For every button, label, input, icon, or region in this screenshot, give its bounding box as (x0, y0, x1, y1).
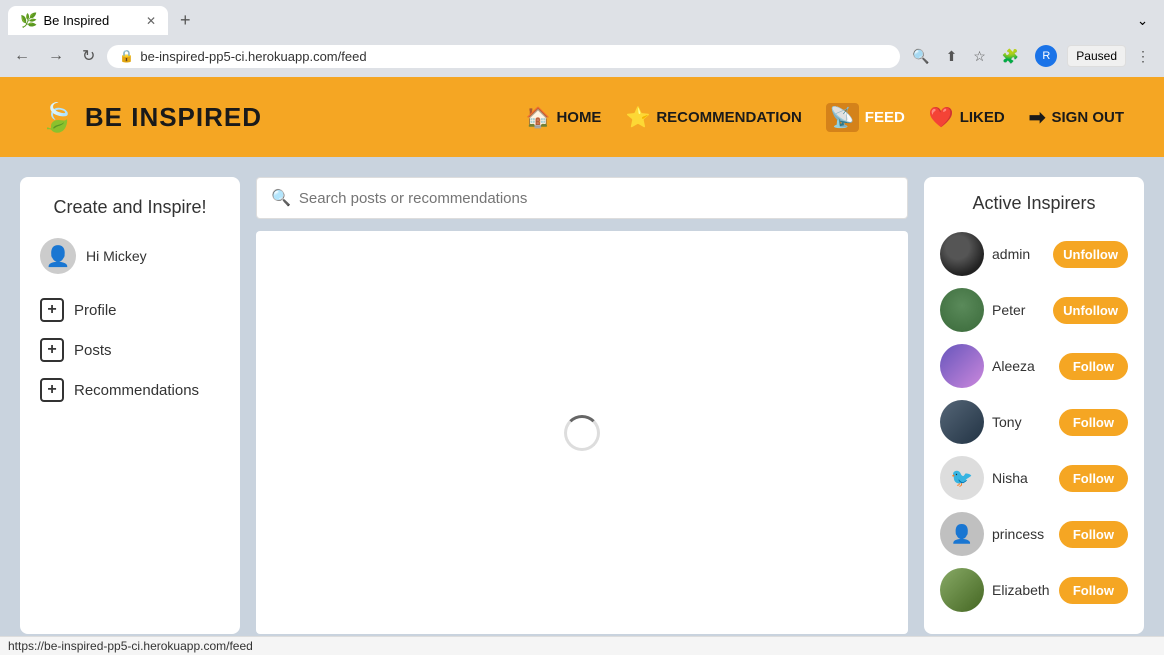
feed-icon: 📡 (826, 103, 859, 132)
avatar (940, 400, 984, 444)
sidebar-item-recommendations-label: Recommendations (74, 382, 199, 399)
share-button[interactable]: ⬆ (940, 44, 964, 69)
posts-icon: + (40, 338, 64, 362)
avatar (940, 232, 984, 276)
nav-liked-label: LIKED (960, 109, 1005, 126)
follow-button[interactable]: Follow (1059, 465, 1128, 492)
avatar-icon: 👤 (46, 244, 71, 269)
user-greeting: Hi Mickey (86, 248, 147, 264)
nav-recommendation-label: RECOMMENDATION (656, 109, 802, 126)
new-tab-button[interactable]: + (172, 6, 199, 35)
browser-chrome: 🌿 Be Inspired ✕ + ⌄ ← → ↻ 🔒 be-inspired-… (0, 0, 1164, 77)
inspirer-name: Elizabeth (992, 582, 1051, 598)
active-tab[interactable]: 🌿 Be Inspired ✕ (8, 6, 168, 35)
star-icon: ⭐ (625, 105, 650, 130)
search-button[interactable]: 🔍 (906, 44, 935, 69)
sidebar-item-posts[interactable]: + Posts (40, 330, 220, 370)
avatar: 🐦 (940, 456, 984, 500)
loading-spinner (564, 415, 600, 451)
brand-name: BE INSPIRED (85, 102, 262, 133)
address-text: be-inspired-pp5-ci.herokuapp.com/feed (140, 49, 888, 64)
bookmark-button[interactable]: ☆ (967, 44, 992, 69)
address-bar[interactable]: 🔒 be-inspired-pp5-ci.herokuapp.com/feed (107, 45, 900, 68)
inspirer-name: Tony (992, 414, 1051, 430)
sidebar-item-profile[interactable]: + Profile (40, 290, 220, 330)
nav-signout[interactable]: ➡ SIGN OUT (1029, 105, 1124, 130)
follow-button[interactable]: Follow (1059, 577, 1128, 604)
brand[interactable]: 🍃 BE INSPIRED (40, 101, 262, 134)
app-nav: 🍃 BE INSPIRED 🏠 HOME ⭐ RECOMMENDATION 📡 … (0, 77, 1164, 157)
profile-button[interactable]: R (1029, 41, 1063, 71)
sidebar-item-posts-label: Posts (74, 342, 112, 359)
tab-close-button[interactable]: ✕ (146, 14, 156, 28)
extension-button[interactable]: 🧩 (996, 44, 1025, 69)
avatar (940, 344, 984, 388)
reload-button[interactable]: ↻ (76, 42, 101, 70)
recommendations-icon: + (40, 378, 64, 402)
back-button[interactable]: ← (8, 43, 36, 69)
heart-icon: ❤️ (929, 105, 954, 130)
inspirer-name: princess (992, 526, 1051, 542)
nav-feed-label: FEED (865, 109, 905, 126)
sidebar-item-profile-label: Profile (74, 302, 117, 319)
inspirer-name: Aleeza (992, 358, 1051, 374)
app-wrapper: 🍃 BE INSPIRED 🏠 HOME ⭐ RECOMMENDATION 📡 … (0, 77, 1164, 636)
unfollow-button[interactable]: Unfollow (1053, 241, 1128, 268)
nav-recommendation[interactable]: ⭐ RECOMMENDATION (625, 105, 801, 130)
tab-title: Be Inspired (43, 13, 140, 28)
follow-button[interactable]: Follow (1059, 409, 1128, 436)
sidebar: Create and Inspire! 👤 Hi Mickey + Profil… (20, 177, 240, 634)
list-item: 🐦 Nisha Follow (940, 450, 1128, 506)
profile-icon: + (40, 298, 64, 322)
tab-favicon: 🌿 (20, 12, 37, 29)
follow-button[interactable]: Follow (1059, 353, 1128, 380)
inspirer-name: Peter (992, 302, 1045, 318)
status-url: https://be-inspired-pp5-ci.herokuapp.com… (8, 639, 253, 653)
tab-bar: 🌿 Be Inspired ✕ + ⌄ (0, 0, 1164, 35)
lock-icon: 🔒 (119, 49, 134, 63)
feed-area: 🔍 (256, 177, 908, 634)
sidebar-user: 👤 Hi Mickey (40, 238, 220, 274)
paused-button[interactable]: Paused (1067, 45, 1126, 67)
nav-signout-label: SIGN OUT (1051, 109, 1124, 126)
main-content: Create and Inspire! 👤 Hi Mickey + Profil… (0, 157, 1164, 636)
menu-button[interactable]: ⋮ (1130, 44, 1156, 69)
list-item: Elizabeth Follow (940, 562, 1128, 618)
unfollow-button[interactable]: Unfollow (1053, 297, 1128, 324)
inspirer-name: admin (992, 246, 1045, 262)
list-item: admin Unfollow (940, 226, 1128, 282)
list-item: Tony Follow (940, 394, 1128, 450)
nav-liked[interactable]: ❤️ LIKED (929, 105, 1005, 130)
address-bar-row: ← → ↻ 🔒 be-inspired-pp5-ci.herokuapp.com… (0, 35, 1164, 77)
search-input[interactable] (299, 190, 893, 207)
inspirer-name: Nisha (992, 470, 1051, 486)
profile-initial: R (1035, 45, 1057, 67)
forward-button[interactable]: → (42, 43, 70, 69)
sidebar-title: Create and Inspire! (40, 197, 220, 218)
brand-icon: 🍃 (40, 101, 75, 134)
inspirers-title: Active Inspirers (940, 193, 1128, 214)
signout-icon: ➡ (1029, 105, 1046, 130)
follow-button[interactable]: Follow (1059, 521, 1128, 548)
nav-home-label: HOME (556, 109, 601, 126)
nav-links: 🏠 HOME ⭐ RECOMMENDATION 📡 FEED ❤️ LIKED … (526, 103, 1124, 132)
list-item: 👤 princess Follow (940, 506, 1128, 562)
avatar (940, 568, 984, 612)
inspirers-panel: Active Inspirers admin Unfollow Peter Un… (924, 177, 1144, 634)
nav-home[interactable]: 🏠 HOME (526, 105, 602, 130)
browser-actions: 🔍 ⬆ ☆ 🧩 R Paused ⋮ (906, 41, 1156, 71)
nav-feed[interactable]: 📡 FEED (826, 103, 905, 132)
avatar: 👤 (40, 238, 76, 274)
search-bar[interactable]: 🔍 (256, 177, 908, 219)
avatar (940, 288, 984, 332)
tab-end-controls: ⌄ (1129, 9, 1156, 33)
list-item: Peter Unfollow (940, 282, 1128, 338)
feed-content (256, 231, 908, 634)
sidebar-item-recommendations[interactable]: + Recommendations (40, 370, 220, 410)
list-item: Aleeza Follow (940, 338, 1128, 394)
search-icon: 🔍 (271, 188, 291, 208)
tab-menu-button[interactable]: ⌄ (1129, 9, 1156, 33)
home-icon: 🏠 (526, 105, 551, 130)
avatar: 👤 (940, 512, 984, 556)
